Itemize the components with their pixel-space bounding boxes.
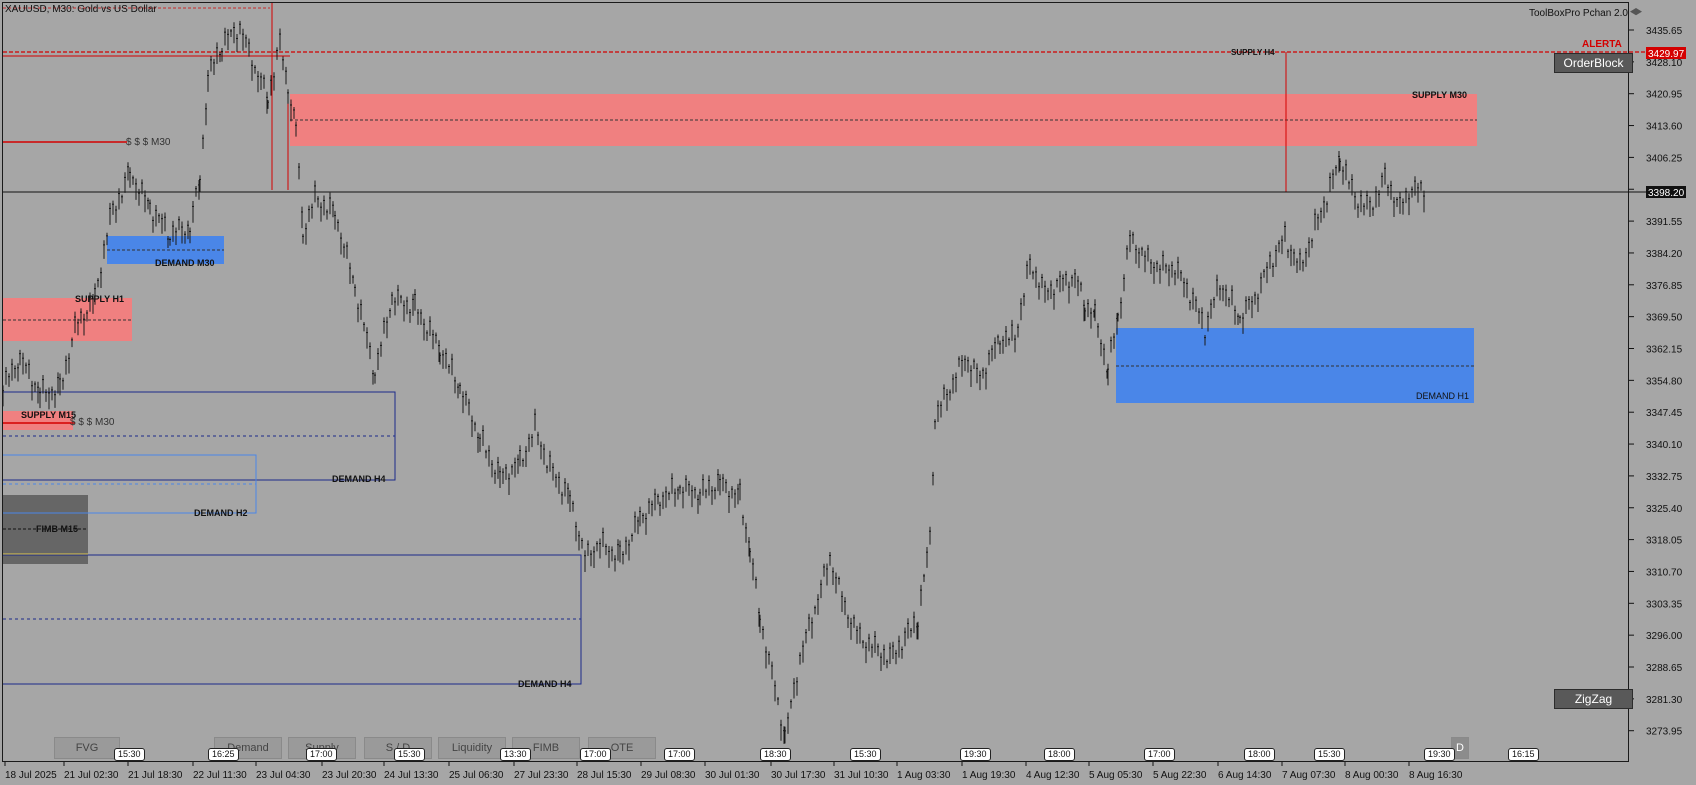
session-tag: 16:25 [208, 748, 239, 761]
price-tick-label: 3435.65 [1646, 26, 1683, 37]
supply-h1-label: SUPPLY H1 [75, 294, 125, 304]
session-tag: 13:30 [500, 748, 531, 761]
session-tag: 15:30 [394, 748, 425, 761]
session-tag: 17:00 [306, 748, 337, 761]
demand-h2-label: DEMAND H2 [194, 508, 248, 518]
session-tag: 17:00 [580, 748, 611, 761]
demand-h4-b-label: DEMAND H4 [518, 679, 572, 689]
price-tick-label: 3303.35 [1646, 599, 1683, 610]
price-tick-label: 3362.15 [1646, 345, 1683, 356]
price-tick-label: 3406.25 [1646, 153, 1683, 164]
supply-h1-zone [3, 298, 132, 341]
time-tick-label: 21 Jul 18:30 [128, 770, 183, 781]
price-tick-label: 3340.10 [1646, 440, 1683, 451]
price-tick-label: 3288.65 [1646, 663, 1683, 674]
time-tick-label: 4 Aug 12:30 [1026, 770, 1080, 781]
time-tick-label: 8 Aug 00:30 [1345, 770, 1399, 781]
price-tick-label: 3413.60 [1646, 122, 1683, 133]
time-tick-label: 23 Jul 20:30 [322, 770, 377, 781]
fimb-m15-label: FIMB M15 [36, 524, 79, 534]
symbol-title: XAUUSD, M30: Gold vs US Dollar [5, 4, 157, 15]
session-tag: 18:30 [760, 748, 791, 761]
supply-h4-label: SUPPLY H4 [1231, 48, 1275, 57]
time-tick-label: 29 Jul 08:30 [641, 770, 696, 781]
alerta-label: ALERTA [1582, 39, 1622, 50]
session-tag: 15:30 [850, 748, 881, 761]
zigzag-button[interactable]: ZigZag [1554, 689, 1633, 709]
liquidity-label-2: $ $ $ M30 [70, 417, 115, 428]
supply-m30-label: SUPPLY M30 [1412, 90, 1468, 100]
price-tick-label: 3325.40 [1646, 504, 1683, 515]
session-tag: 19:30 [960, 748, 991, 761]
price-tick-label: 3420.95 [1646, 90, 1683, 101]
session-tag: 15:30 [114, 748, 145, 761]
session-tag: 15:30 [1314, 748, 1345, 761]
session-tag: 17:00 [1144, 748, 1175, 761]
time-tick-label: 7 Aug 07:30 [1282, 770, 1336, 781]
price-tick-label: 3347.45 [1646, 408, 1683, 419]
price-tick-label: 3332.75 [1646, 472, 1683, 483]
price-tick-label: 3296.00 [1646, 631, 1683, 642]
time-tick-label: 22 Jul 11:30 [193, 770, 247, 781]
time-tick-label: 24 Jul 13:30 [384, 770, 439, 781]
price-tick-label: 3281.30 [1646, 695, 1683, 706]
session-tag: 18:00 [1244, 748, 1275, 761]
alert-price-label: 3429.97 [1648, 49, 1685, 60]
liquidity-button[interactable]: Liquidity [438, 737, 506, 759]
current-price-label: 3398.20 [1648, 188, 1685, 199]
time-tick-label: 5 Aug 22:30 [1153, 770, 1207, 781]
demand-h1-label: DEMAND H1 [1416, 391, 1470, 401]
time-tick-label: 30 Jul 17:30 [771, 770, 826, 781]
liquidity-label-1: $ $ $ M30 [126, 137, 171, 148]
time-tick-label: 18 Jul 2025 [5, 770, 57, 781]
price-tick-label: 3391.55 [1646, 217, 1683, 228]
indicator-name: ToolBoxPro Pchan 2.0 [1529, 8, 1628, 19]
time-tick-label: 23 Jul 04:30 [256, 770, 311, 781]
time-tick-label: 5 Aug 05:30 [1089, 770, 1143, 781]
orderblock-button[interactable]: OrderBlock [1554, 53, 1633, 73]
time-tick-label: 1 Aug 03:30 [897, 770, 951, 781]
session-tag: 17:00 [664, 748, 695, 761]
demand-h4-a-label: DEMAND H4 [332, 474, 386, 484]
supply-m30-zone [290, 94, 1477, 146]
price-tick-label: 3369.50 [1646, 313, 1683, 324]
price-tick-label: 3310.70 [1646, 567, 1683, 578]
price-tick-label: 3384.20 [1646, 249, 1683, 260]
time-tick-label: 25 Jul 06:30 [449, 770, 504, 781]
time-tick-label: 27 Jul 23:30 [514, 770, 569, 781]
fvg-button[interactable]: FVG [54, 737, 120, 759]
time-tick-label: 6 Aug 14:30 [1218, 770, 1272, 781]
time-tick-label: 28 Jul 15:30 [577, 770, 632, 781]
time-tick-label: 21 Jul 02:30 [64, 770, 119, 781]
time-tick-label: 8 Aug 16:30 [1409, 770, 1463, 781]
price-tick-label: 3318.05 [1646, 536, 1683, 547]
supply-m15-label: SUPPLY M15 [21, 410, 77, 420]
time-tick-label: 31 Jul 10:30 [834, 770, 889, 781]
session-tag: 16:15 [1508, 748, 1539, 761]
time-tick-label: 1 Aug 19:30 [962, 770, 1016, 781]
demand-m30-label: DEMAND M30 [155, 258, 215, 268]
price-tick-label: 3273.95 [1646, 727, 1683, 738]
price-tick-label: 3354.80 [1646, 376, 1683, 387]
session-tag: 18:00 [1044, 748, 1075, 761]
time-tick-label: 30 Jul 01:30 [705, 770, 760, 781]
session-tag: 19:30 [1424, 748, 1455, 761]
price-tick-label: 3376.85 [1646, 281, 1683, 292]
